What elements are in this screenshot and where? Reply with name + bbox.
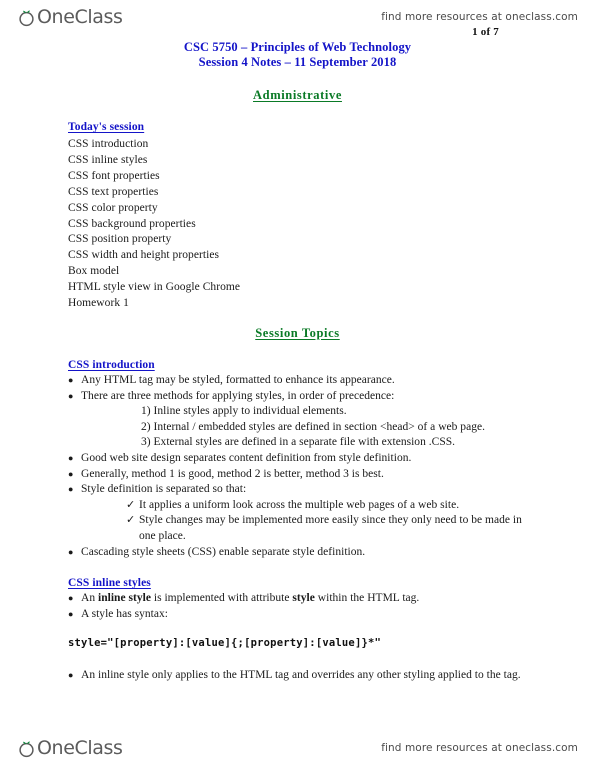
bullet-item: ● Generally, method 1 is good, method 2 …	[68, 467, 536, 483]
bullet-item: ● Any HTML tag may be styled, formatted …	[68, 373, 536, 389]
list-item: CSS introduction	[68, 138, 149, 150]
bullet-text-mid: is implemented with attribute	[150, 592, 293, 604]
css-inline-styles-content: ● An inline style is implemented with at…	[68, 591, 536, 622]
bullet-dot-icon: ●	[68, 670, 74, 680]
check-mark-icon: ✓	[126, 514, 136, 527]
bullet-text: An inline style only applies to the HTML…	[81, 669, 521, 681]
list-item: CSS background properties	[68, 217, 196, 230]
section-heading-administrative: Administrative	[0, 88, 595, 103]
bullet-item: ● An inline style only applies to the HT…	[68, 668, 536, 684]
todays-session-list: CSS introduction CSS inline styles CSS f…	[68, 137, 528, 312]
bullet-item: ● There are three methods for applying s…	[68, 389, 536, 405]
check-text: It applies a uniform look across the mul…	[139, 498, 460, 511]
bullet-dot-icon: ●	[68, 593, 74, 603]
numbered-item: 3) External styles are defined in a sepa…	[126, 435, 536, 451]
oneclass-logo-text: OneClass	[37, 5, 123, 28]
bullet-dot-icon: ●	[68, 390, 74, 401]
list-item: CSS color property	[68, 201, 158, 214]
bullet-text: Good web site design separates content d…	[81, 451, 412, 464]
css-introduction-content: ● Any HTML tag may be styled, formatted …	[68, 373, 536, 560]
bullet-dot-icon: ●	[68, 452, 74, 463]
page-footer: OneClass find more resources at oneclass…	[0, 731, 595, 765]
oneclass-logo-header: OneClass	[17, 4, 123, 30]
check-item: ✓ Style changes may be implemented more …	[126, 513, 536, 544]
list-item: CSS position property	[68, 233, 172, 246]
oneclass-logo-footer: OneClass	[17, 735, 123, 761]
bullet-text-post: within the HTML tag.	[314, 592, 420, 604]
numbered-text: 1) Inline styles apply to individual ele…	[141, 405, 347, 418]
subsection-heading-css-inline-styles: CSS inline styles	[68, 577, 151, 589]
list-item: CSS font properties	[68, 169, 160, 182]
list-item: Box model	[68, 265, 120, 278]
oneclass-sprout-logo-icon	[17, 8, 36, 27]
bullet-text-pre: An	[81, 592, 98, 604]
document-title-line-1: CSC 5750 – Principles of Web Technology	[183, 40, 412, 54]
header-resources-text: find more resources at oneclass.com	[381, 11, 578, 23]
bullet-dot-icon: ●	[68, 608, 74, 619]
footer-resources-text: find more resources at oneclass.com	[381, 742, 578, 754]
numbered-text: 2) Internal / embedded styles are define…	[141, 420, 485, 433]
list-item: HTML style view in Google Chrome	[68, 281, 241, 294]
bullet-item: ● Good web site design separates content…	[68, 451, 536, 467]
bullet-item: ● Cascading style sheets (CSS) enable se…	[68, 545, 536, 561]
page-header: OneClass find more resources at oneclass…	[0, 0, 595, 34]
bullet-text: Style definition is separated so that:	[81, 483, 247, 496]
subsection-heading-todays-session-text: Today's session	[68, 121, 145, 133]
subsection-heading-css-introduction-text: CSS introduction	[68, 359, 155, 371]
bullet-dot-icon: ●	[68, 546, 74, 557]
list-item: CSS inline styles	[68, 153, 148, 166]
bullet-item: ● A style has syntax:	[68, 607, 536, 623]
numbered-text: 3) External styles are defined in a sepa…	[141, 436, 456, 449]
section-heading-session-topics: Session Topics	[0, 326, 595, 341]
oneclass-sprout-logo-icon	[17, 739, 36, 758]
section-heading-administrative-text: Administrative	[253, 88, 342, 102]
subsection-heading-todays-session: Today's session	[68, 121, 144, 133]
bullet-dot-icon: ●	[68, 484, 74, 495]
document-page: OneClass find more resources at oneclass…	[0, 0, 595, 770]
bullet-text: Generally, method 1 is good, method 2 is…	[81, 467, 384, 480]
subsection-heading-css-inline-styles-text: CSS inline styles	[68, 577, 151, 589]
code-snippet-style-syntax: style="[property]:[value]{;[property]:[v…	[68, 637, 382, 649]
check-text: Style changes may be implemented more ea…	[139, 514, 522, 542]
section-heading-session-topics-text: Session Topics	[255, 326, 340, 340]
document-title: CSC 5750 – Principles of Web Technology …	[0, 40, 595, 69]
bullet-item: ● Style definition is separated so that:	[68, 482, 536, 498]
oneclass-logo-text: OneClass	[37, 736, 123, 759]
bullet-text: Any HTML tag may be styled, formatted to…	[81, 374, 395, 386]
bullet-dot-icon: ●	[68, 375, 74, 385]
bullet-item: ● An inline style is implemented with at…	[68, 591, 536, 607]
bullet-dot-icon: ●	[68, 468, 74, 479]
list-item: CSS text properties	[68, 185, 159, 198]
bullet-text-bold-style: style	[292, 592, 315, 604]
css-inline-styles-closing: ● An inline style only applies to the HT…	[68, 668, 536, 684]
numbered-item: 2) Internal / embedded styles are define…	[126, 420, 536, 436]
bullet-text: Cascading style sheets (CSS) enable sepa…	[81, 545, 366, 558]
list-item: Homework 1	[68, 297, 129, 310]
check-mark-icon: ✓	[126, 498, 136, 511]
subsection-heading-css-introduction: CSS introduction	[68, 359, 155, 371]
bullet-text-bold-inline-style: inline style	[98, 592, 151, 604]
page-number: 1 of 7	[472, 26, 499, 38]
document-title-line-2: Session 4 Notes – 11 September 2018	[198, 54, 397, 69]
list-item: CSS width and height properties	[68, 249, 220, 262]
numbered-item: 1) Inline styles apply to individual ele…	[126, 404, 536, 420]
check-item: ✓ It applies a uniform look across the m…	[126, 498, 536, 514]
bullet-text: A style has syntax:	[81, 607, 168, 620]
bullet-text: There are three methods for applying sty…	[81, 389, 395, 402]
